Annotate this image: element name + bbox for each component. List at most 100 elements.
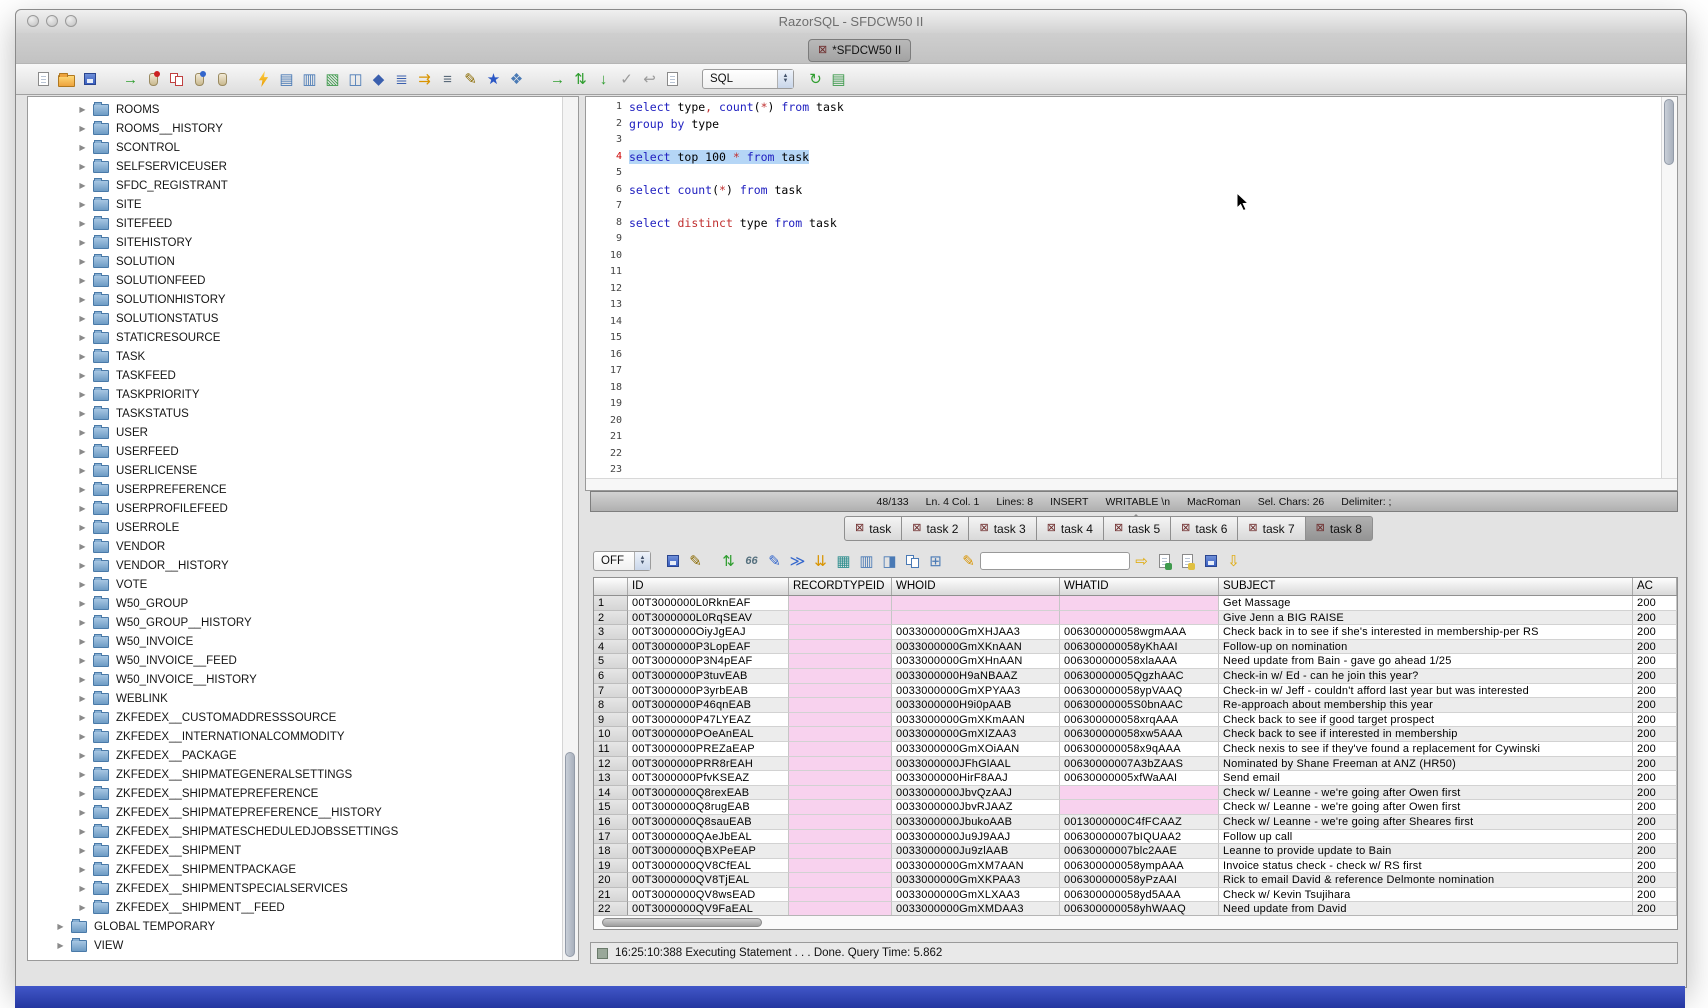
tree-item-zkfedex-shipmatepreference-history[interactable]: ▶ZKFEDEX__SHIPMATEPREFERENCE__HISTORY — [28, 803, 562, 822]
disconnect-icon[interactable] — [142, 67, 165, 91]
editor-hscrollbar[interactable] — [586, 478, 1677, 490]
table-cell[interactable]: 006300000058xrqAAA — [1060, 713, 1219, 728]
columns-icon[interactable]: ▥ — [855, 549, 878, 573]
expand-arrow-icon[interactable]: ▶ — [76, 618, 89, 627]
tree-item-userlicense[interactable]: ▶USERLICENSE — [28, 461, 562, 480]
table-cell[interactable]: 0033000000GmXKPAA3 — [892, 873, 1060, 888]
save-results-icon[interactable] — [661, 549, 684, 573]
reload-table-icon[interactable]: ▦ — [832, 549, 855, 573]
table-cell[interactable] — [1060, 800, 1219, 815]
table-cell[interactable] — [789, 684, 892, 699]
new-results-icon[interactable] — [1176, 549, 1199, 573]
save-grid-icon[interactable] — [1199, 549, 1222, 573]
expand-arrow-icon[interactable]: ▶ — [76, 333, 89, 342]
table-cell[interactable]: 0033000000H9aNBAAZ — [892, 669, 1060, 684]
expand-arrow-icon[interactable]: ▶ — [76, 428, 89, 437]
table-cell[interactable] — [1060, 786, 1219, 801]
expand-arrow-icon[interactable]: ▶ — [76, 542, 89, 551]
expand-arrow-icon[interactable]: ▶ — [76, 390, 89, 399]
column-header-RECORDTYPEID[interactable]: RECORDTYPEID — [789, 578, 892, 595]
table-cell[interactable]: 200 — [1633, 640, 1677, 655]
undo-icon[interactable]: ↩ — [638, 67, 661, 91]
tree-item-site[interactable]: ▶SITE — [28, 195, 562, 214]
table-cell[interactable]: 00T3000000P3tuvEAB — [628, 669, 789, 684]
view-mode-icon[interactable]: 66 — [740, 549, 763, 573]
column-header-ID[interactable]: ID — [628, 578, 789, 595]
tree-item-userrole[interactable]: ▶USERROLE — [28, 518, 562, 537]
limit-select-stepper-icon[interactable]: ▲▼ — [634, 552, 650, 570]
expand-arrow-icon[interactable]: ▶ — [76, 181, 89, 190]
expand-arrow-icon[interactable]: ▶ — [76, 789, 89, 798]
expand-arrow-icon[interactable]: ▶ — [76, 257, 89, 266]
table-cell[interactable] — [892, 611, 1060, 626]
table-cell[interactable]: Leanne to provide update to Bain — [1219, 844, 1633, 859]
table-cell[interactable]: 00630000007blc2AAE — [1060, 844, 1219, 859]
format-sql-icon[interactable]: ≡ — [436, 67, 459, 91]
expand-arrow-icon[interactable]: ▶ — [54, 941, 67, 950]
table-cell[interactable]: 00T3000000OiyJgEAJ — [628, 625, 789, 640]
table-cell[interactable]: 00630000007bIQUAA2 — [1060, 830, 1219, 845]
table-cell[interactable]: 00T3000000PREZaEAP — [628, 742, 789, 757]
results-tab-task[interactable]: ⊠task — [844, 516, 902, 541]
table-cell[interactable]: 200 — [1633, 873, 1677, 888]
table-cell[interactable]: Check nexis to see if they've found a re… — [1219, 742, 1633, 757]
table-cell[interactable]: 200 — [1633, 786, 1677, 801]
execute-sql-icon[interactable] — [252, 67, 275, 91]
foreign-key-icon[interactable]: ≫ — [786, 549, 809, 573]
column-header-WHATID[interactable]: WHATID — [1060, 578, 1219, 595]
notes-icon[interactable] — [661, 67, 684, 91]
expand-arrow-icon[interactable]: ▶ — [76, 124, 89, 133]
table-cell[interactable] — [789, 800, 892, 815]
tree-item-taskstatus[interactable]: ▶TASKSTATUS — [28, 404, 562, 423]
table-cell[interactable] — [789, 873, 892, 888]
table-cell[interactable] — [1060, 611, 1219, 626]
table-cell[interactable]: 006300000058x9qAAA — [1060, 742, 1219, 757]
table-cell[interactable]: 200 — [1633, 596, 1677, 611]
table-cell[interactable]: 00T3000000POeAnEAL — [628, 727, 789, 742]
table-cell[interactable] — [789, 859, 892, 874]
tree-item-zkfedex-internationalcommodity[interactable]: ▶ZKFEDEX__INTERNATIONALCOMMODITY — [28, 727, 562, 746]
table-cell[interactable]: 00630000005QgzhAAC — [1060, 669, 1219, 684]
row-number-cell[interactable]: 15 — [594, 800, 628, 815]
table-cell[interactable]: 200 — [1633, 684, 1677, 699]
table-cell[interactable]: 0033000000JbukoAAB — [892, 815, 1060, 830]
expand-arrow-icon[interactable]: ▶ — [76, 827, 89, 836]
copy-results-icon[interactable] — [901, 549, 924, 573]
open-file-icon[interactable] — [55, 67, 78, 91]
import-data-icon[interactable]: ▧ — [321, 67, 344, 91]
table-cell[interactable] — [789, 640, 892, 655]
close-connection-icon[interactable] — [165, 67, 188, 91]
table-cell[interactable] — [892, 596, 1060, 611]
tree-item-taskfeed[interactable]: ▶TASKFEED — [28, 366, 562, 385]
row-number-cell[interactable]: 8 — [594, 698, 628, 713]
table-cell[interactable]: 00T3000000QV8TjEAL — [628, 873, 789, 888]
table-cell[interactable]: 0033000000GmXHJAA3 — [892, 625, 1060, 640]
results-tab-task-7[interactable]: ⊠task 7 — [1237, 516, 1305, 541]
tree-item-zkfedex-shipmentpackage[interactable]: ▶ZKFEDEX__SHIPMENTPACKAGE — [28, 860, 562, 879]
expand-arrow-icon[interactable]: ▶ — [76, 352, 89, 361]
table-cell[interactable]: Check-in w/ Ed - can he join this year? — [1219, 669, 1633, 684]
tree-item-w50-invoice[interactable]: ▶W50_INVOICE — [28, 632, 562, 651]
table-cell[interactable]: 0033000000GmXKmAAN — [892, 713, 1060, 728]
table-cell[interactable]: 200 — [1633, 844, 1677, 859]
backup-icon[interactable]: ◆ — [367, 67, 390, 91]
table-cell[interactable]: 00T3000000Q8rugEAB — [628, 800, 789, 815]
split-view-icon[interactable]: ◨ — [878, 549, 901, 573]
row-number-cell[interactable]: 1 — [594, 596, 628, 611]
expand-arrow-icon[interactable]: ▶ — [76, 485, 89, 494]
tree-item-sitefeed[interactable]: ▶SITEFEED — [28, 214, 562, 233]
generate-ddl-icon[interactable]: ▥ — [298, 67, 321, 91]
expand-arrow-icon[interactable]: ▶ — [76, 295, 89, 304]
row-number-cell[interactable]: 10 — [594, 727, 628, 742]
table-cell[interactable]: Need update from Bain - gave go ahead 1/… — [1219, 654, 1633, 669]
edit-results-icon[interactable]: ✎ — [763, 549, 786, 573]
table-cell[interactable]: 200 — [1633, 727, 1677, 742]
table-cell[interactable]: 00T3000000QAeJbEAL — [628, 830, 789, 845]
compare-icon[interactable]: ⇅ — [569, 67, 592, 91]
tree-item-zkfedex-shipmatescheduledjobssettings[interactable]: ▶ZKFEDEX__SHIPMATESCHEDULEDJOBSSETTINGS — [28, 822, 562, 841]
expand-arrow-icon[interactable]: ▶ — [54, 922, 67, 931]
query-builder-icon[interactable]: ≣ — [390, 67, 413, 91]
expand-arrow-icon[interactable]: ▶ — [76, 504, 89, 513]
tree-item-global-temporary[interactable]: ▶GLOBAL TEMPORARY — [28, 917, 562, 936]
table-cell[interactable]: Invoice status check - check w/ RS first — [1219, 859, 1633, 874]
